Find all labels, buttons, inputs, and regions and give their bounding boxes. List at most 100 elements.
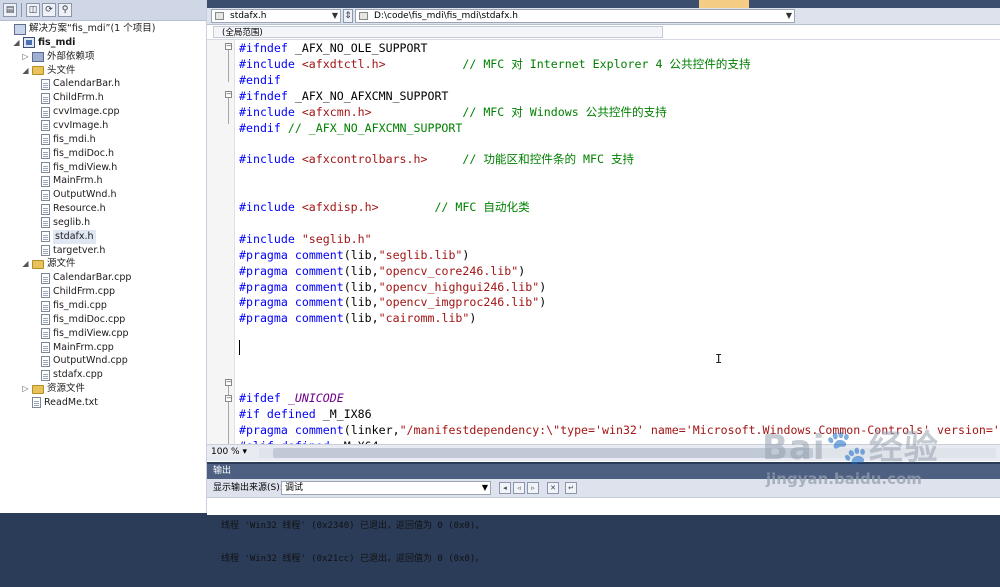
- file-icon: [41, 217, 50, 229]
- header-file-item[interactable]: Resource.h: [31, 202, 106, 216]
- code-token: // MFC 对 Internet Explorer 4 公共控件的支持: [462, 56, 751, 71]
- header-file-item[interactable]: OutputWnd.h: [31, 188, 117, 202]
- source-file-item[interactable]: CalendarBar.cpp: [31, 271, 131, 285]
- properties-icon[interactable]: ▤: [3, 3, 17, 17]
- active-document-tab[interactable]: [699, 0, 749, 8]
- code-line[interactable]: #endif // _AFX_NO_AFXCMN_SUPPORT: [239, 120, 462, 136]
- source-file-item[interactable]: ChildFrm.cpp: [31, 285, 115, 299]
- tree-node-label: MainFrm.cpp: [53, 341, 114, 353]
- code-line[interactable]: #ifndef _AFX_NO_OLE_SUPPORT: [239, 40, 427, 56]
- tree-node-label: 源文件: [47, 258, 76, 270]
- header-file-item[interactable]: CalendarBar.h: [31, 77, 120, 91]
- scope-dropdown[interactable]: (全局范围): [213, 26, 663, 38]
- source-file-item[interactable]: stdafx.cpp: [31, 368, 103, 382]
- header-file-item[interactable]: ChildFrm.h: [31, 91, 104, 105]
- next-message-icon[interactable]: ▹: [527, 482, 539, 494]
- header-file-item[interactable]: fis_mdi.h: [31, 133, 96, 147]
- tree-node-label: 外部依赖项: [47, 50, 95, 62]
- word-wrap-icon[interactable]: ↵: [565, 482, 577, 494]
- fold-minus-icon[interactable]: −: [225, 91, 232, 98]
- code-line[interactable]: #ifdef _UNICODE: [239, 390, 344, 406]
- code-line[interactable]: #ifndef _AFX_NO_AFXCMN_SUPPORT: [239, 88, 448, 104]
- expand-arrow-icon[interactable]: ▷: [22, 382, 29, 396]
- code-token: #ifndef: [239, 88, 288, 103]
- source-file-item[interactable]: fis_mdiView.cpp: [31, 327, 129, 341]
- previous-message-icon[interactable]: ◃: [513, 482, 525, 494]
- output-title: 输出: [207, 464, 1000, 479]
- headers-folder[interactable]: ◢ 头文件: [22, 64, 75, 78]
- code-token: "cairomm.lib": [378, 311, 470, 326]
- external-deps-folder[interactable]: ▷ 外部依赖项: [22, 50, 95, 64]
- source-file-item[interactable]: MainFrm.cpp: [31, 341, 114, 355]
- resource-folder[interactable]: ▷ 资源文件: [22, 382, 85, 396]
- expand-arrow-icon[interactable]: ◢: [13, 36, 20, 50]
- expand-arrow-icon[interactable]: ◢: [22, 257, 29, 271]
- header-file-item[interactable]: stdafx.h: [31, 229, 96, 244]
- code-line[interactable]: #endif: [239, 72, 281, 88]
- code-line[interactable]: #pragma comment(lib,"cairomm.lib"): [239, 310, 476, 326]
- code-token: #include: [239, 231, 295, 246]
- code-line[interactable]: #if defined _M_IX86: [239, 406, 372, 422]
- code-line[interactable]: #include <afxdtctl.h> // MFC 对 Internet …: [239, 56, 751, 72]
- outline-line: [228, 382, 229, 444]
- scope-bar: (全局范围): [207, 25, 1000, 40]
- header-file-item[interactable]: targetver.h: [31, 244, 105, 258]
- readme-file-item[interactable]: ReadMe.txt: [22, 396, 98, 410]
- code-line[interactable]: #pragma comment(linker,"/manifestdepende…: [239, 422, 1000, 438]
- view-class-diagram-icon[interactable]: ⚲: [58, 3, 72, 17]
- project-node[interactable]: ◢ fis_mdi: [13, 36, 75, 50]
- file-icon: [41, 328, 50, 340]
- file-combo[interactable]: stdafx.h ▼: [211, 9, 341, 23]
- solution-node[interactable]: 解决方案“fis_mdi”(1 个项目): [4, 22, 155, 36]
- header-file-item[interactable]: fis_mdiDoc.h: [31, 147, 114, 161]
- tree-node-label: ChildFrm.h: [53, 92, 104, 104]
- source-file-item[interactable]: fis_mdiDoc.cpp: [31, 313, 125, 327]
- fold-minus-icon[interactable]: −: [225, 379, 232, 386]
- clear-all-icon[interactable]: ✕: [547, 482, 559, 494]
- chevron-down-icon: ▼: [785, 11, 792, 20]
- tree-node-label: 资源文件: [47, 383, 86, 395]
- scrollbar-thumb[interactable]: [273, 448, 813, 458]
- header-file-item[interactable]: cvvImage.h: [31, 119, 108, 133]
- source-file-item[interactable]: OutputWnd.cpp: [31, 354, 128, 368]
- find-message-icon[interactable]: ◂: [499, 482, 511, 494]
- code-line[interactable]: #pragma comment(lib,"opencv_highgui246.l…: [239, 279, 546, 295]
- output-text: 线程 'Win32 线程' (0x2340) 已退出，返回值为 0 (0x0)。…: [221, 499, 1000, 587]
- path-combo[interactable]: D:\code\fis_mdi\fis_mdi\stdafx.h ▼: [355, 9, 795, 23]
- show-all-files-icon[interactable]: ◫: [26, 3, 40, 17]
- tree-node-label: Resource.h: [53, 203, 106, 215]
- horizontal-scrollbar[interactable]: [259, 448, 996, 458]
- file-icon: [41, 203, 50, 215]
- fold-minus-icon[interactable]: −: [225, 395, 232, 402]
- code-line[interactable]: #include <afxcmn.h> // MFC 对 Windows 公共控…: [239, 104, 667, 120]
- code-line[interactable]: #pragma comment(lib,"opencv_core246.lib"…: [239, 263, 525, 279]
- split-icon[interactable]: ⇕: [343, 9, 353, 23]
- expand-arrow-icon[interactable]: ◢: [22, 64, 29, 78]
- code-token: (lib,: [343, 279, 379, 294]
- refresh-icon[interactable]: ⟳: [42, 3, 56, 17]
- fold-minus-icon[interactable]: −: [225, 43, 232, 50]
- output-source-select[interactable]: 调试 ▼: [281, 481, 491, 495]
- header-file-item[interactable]: seglib.h: [31, 216, 90, 230]
- code-line[interactable]: #pragma comment(lib,"opencv_imgproc246.l…: [239, 294, 546, 310]
- code-line[interactable]: #include <afxdisp.h> // MFC 自动化类: [239, 199, 530, 215]
- code-token: comment: [294, 422, 344, 437]
- code-area[interactable]: #ifndef _AFX_NO_OLE_SUPPORT #include <afx…: [235, 40, 1000, 444]
- code-line[interactable]: #pragma comment(lib,"seglib.lib"): [239, 247, 469, 263]
- code-line[interactable]: #include <afxcontrolbars.h> // 功能区和控件条的 …: [239, 151, 634, 167]
- header-file-item[interactable]: cvvImage.cpp: [31, 105, 120, 119]
- code-line[interactable]: #include "seglib.h": [239, 231, 372, 247]
- code-token: #pragma: [239, 311, 288, 326]
- expand-arrow-icon[interactable]: ▷: [22, 50, 29, 64]
- header-file-item[interactable]: fis_mdiView.h: [31, 161, 117, 175]
- source-folder[interactable]: ◢ 源文件: [22, 257, 76, 271]
- zoom-level[interactable]: 100 % ▾: [211, 446, 247, 459]
- source-file-item[interactable]: fis_mdi.cpp: [31, 299, 107, 313]
- header-file-item[interactable]: MainFrm.h: [31, 174, 103, 188]
